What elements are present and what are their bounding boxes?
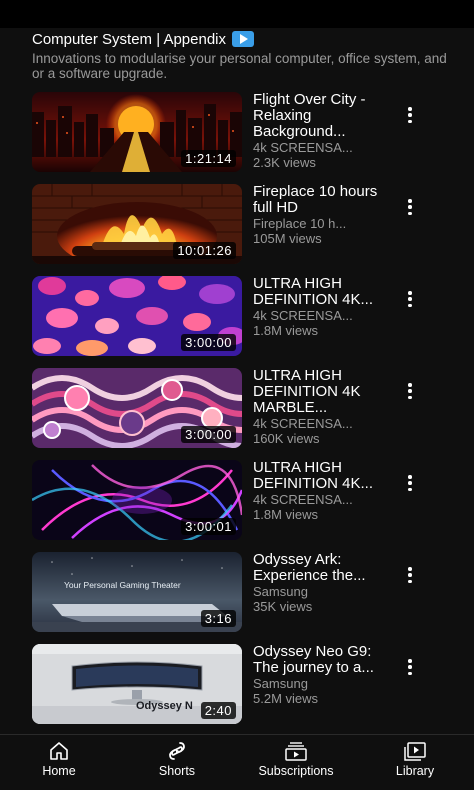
more-options-icon[interactable] [402, 380, 418, 402]
video-title[interactable]: ULTRA HIGH DEFINITION 4K... [253, 276, 383, 308]
section-description: Innovations to modularise your personal … [32, 51, 447, 81]
video-duration: 3:00:01 [181, 518, 236, 535]
video-duration: 1:21:14 [181, 150, 236, 167]
video-meta: Fireplace 10 hours full HD Fireplace 10 … [253, 184, 383, 246]
video-channel: Samsung [253, 676, 308, 691]
nav-shorts-label: Shorts [158, 764, 196, 778]
more-options-icon[interactable] [402, 288, 418, 310]
video-item[interactable]: 3:00:00 ULTRA HIGH DEFINITION 4K MARBLE.… [0, 368, 474, 450]
video-meta: Flight Over City - Relaxing Background..… [253, 92, 383, 170]
video-title[interactable]: Fireplace 10 hours full HD [253, 184, 383, 216]
library-icon [404, 742, 426, 761]
video-views: 1.8M views [253, 507, 319, 522]
video-title[interactable]: ULTRA HIGH DEFINITION 4K MARBLE... [253, 368, 383, 416]
video-duration: 3:16 [200, 610, 236, 627]
thumbnail-caption: Odyssey N [136, 700, 193, 712]
video-duration: 10:01:26 [173, 242, 236, 259]
video-thumbnail[interactable]: Your Personal Gaming Theater 3:16 [32, 552, 242, 632]
video-thumbnail[interactable]: 3:00:00 [32, 276, 242, 356]
video-views: 105M views [253, 231, 322, 246]
nav-subscriptions-label: Subscriptions [258, 764, 334, 778]
video-duration: 2:40 [200, 702, 236, 719]
video-channel: Samsung [253, 584, 308, 599]
video-title[interactable]: Flight Over City - Relaxing Background..… [253, 92, 383, 140]
more-options-icon[interactable] [402, 104, 418, 126]
video-meta: ULTRA HIGH DEFINITION 4K MARBLE... 4k SC… [253, 368, 383, 446]
shorts-icon [169, 742, 185, 760]
status-bar [0, 0, 474, 28]
video-channel: 4k SCREENSA... [253, 308, 353, 323]
bottom-navigation: Home Shorts Subscriptions Library [0, 734, 474, 790]
nav-library-label: Library [395, 764, 435, 778]
video-item[interactable]: Your Personal Gaming Theater 3:16 Odysse… [0, 552, 474, 634]
video-channel: Fireplace 10 h... [253, 216, 347, 231]
video-title[interactable]: ULTRA HIGH DEFINITION 4K... [253, 460, 383, 492]
video-views: 160K views [253, 431, 320, 446]
video-thumbnail[interactable]: 10:01:26 [32, 184, 242, 264]
nav-shorts[interactable]: Shorts [132, 741, 222, 778]
video-meta: Odyssey Neo G9: The journey to a... Sams… [253, 644, 383, 706]
video-item[interactable]: 1:21:14 Flight Over City - Relaxing Back… [0, 92, 474, 174]
video-item[interactable]: 3:00:01 ULTRA HIGH DEFINITION 4K... 4k S… [0, 460, 474, 542]
video-item[interactable]: 3:00:00 ULTRA HIGH DEFINITION 4K... 4k S… [0, 276, 474, 358]
video-thumbnail[interactable]: 3:00:00 [32, 368, 242, 448]
video-title[interactable]: Odyssey Neo G9: The journey to a... [253, 644, 383, 676]
more-options-icon[interactable] [402, 196, 418, 218]
nav-subscriptions[interactable]: Subscriptions [251, 741, 341, 778]
video-views: 5.2M views [253, 691, 319, 706]
more-options-icon[interactable] [402, 564, 418, 586]
subscriptions-icon [285, 742, 307, 761]
video-thumbnail[interactable]: 3:00:01 [32, 460, 242, 540]
section-title: Computer System | Appendix [32, 30, 226, 48]
video-channel: 4k SCREENSA... [253, 492, 353, 507]
video-item[interactable]: 10:01:26 Fireplace 10 hours full HD Fire… [0, 184, 474, 266]
video-views: 2.3K views [253, 155, 316, 170]
video-meta: ULTRA HIGH DEFINITION 4K... 4k SCREENSA.… [253, 460, 383, 522]
video-meta: ULTRA HIGH DEFINITION 4K... 4k SCREENSA.… [253, 276, 383, 338]
video-channel: 4k SCREENSA... [253, 416, 353, 431]
play-emoji-icon [232, 31, 254, 47]
more-options-icon[interactable] [402, 656, 418, 678]
more-options-icon[interactable] [402, 472, 418, 494]
video-duration: 3:00:00 [181, 334, 236, 351]
video-title[interactable]: Odyssey Ark: Experience the... [253, 552, 383, 584]
video-channel: 4k SCREENSA... [253, 140, 353, 155]
thumbnail-caption: Your Personal Gaming Theater [64, 580, 181, 590]
video-views: 35K views [253, 599, 313, 614]
video-duration: 3:00:00 [181, 426, 236, 443]
section-header: Computer System | Appendix Innovations t… [32, 30, 452, 82]
video-meta: Odyssey Ark: Experience the... Samsung 3… [253, 552, 383, 614]
video-item[interactable]: Odyssey N 2:40 Odyssey Neo G9: The journ… [0, 644, 474, 726]
home-icon [50, 742, 68, 760]
nav-home[interactable]: Home [14, 741, 104, 778]
nav-home-label: Home [42, 764, 76, 778]
video-thumbnail[interactable]: Odyssey N 2:40 [32, 644, 242, 724]
section-title-row[interactable]: Computer System | Appendix [32, 30, 452, 48]
video-views: 1.8M views [253, 323, 319, 338]
video-thumbnail[interactable]: 1:21:14 [32, 92, 242, 172]
nav-library[interactable]: Library [370, 741, 460, 778]
